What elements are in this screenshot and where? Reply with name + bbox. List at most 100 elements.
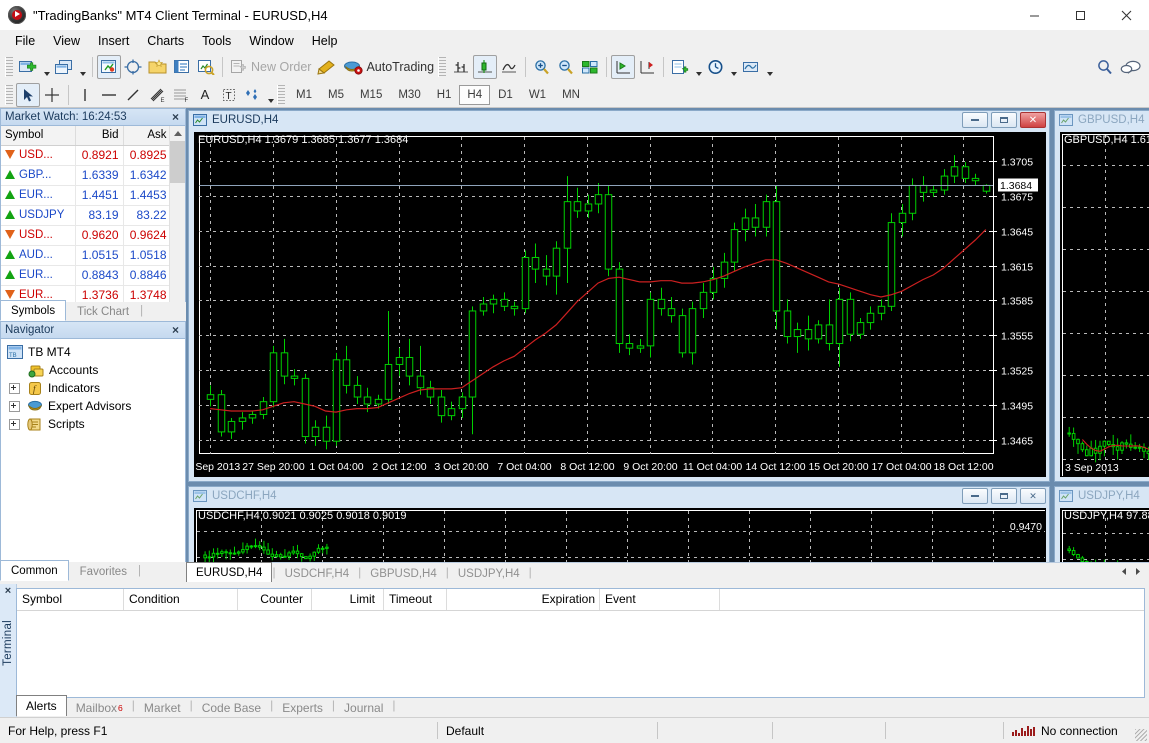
- autotrading-button[interactable]: AutoTrading: [340, 55, 437, 79]
- table-row[interactable]: GBP...1.63391.6342: [1, 165, 171, 185]
- chat-icon[interactable]: [1117, 55, 1145, 79]
- table-row[interactable]: EUR...1.44511.4453: [1, 185, 171, 205]
- cursor-icon[interactable]: [16, 83, 40, 107]
- column-counter[interactable]: Counter: [238, 589, 312, 610]
- table-row[interactable]: EUR...0.88430.8846: [1, 265, 171, 285]
- tree-item-accounts[interactable]: Accounts: [5, 361, 185, 379]
- close-button[interactable]: [1103, 0, 1149, 30]
- terminal-tab-journal[interactable]: Journal: [335, 699, 392, 716]
- menu-charts[interactable]: Charts: [138, 31, 193, 51]
- tab-symbols[interactable]: Symbols: [0, 300, 66, 321]
- terminal-tab-code-base[interactable]: Code Base: [193, 699, 270, 716]
- toolbar-grip-2[interactable]: [438, 57, 446, 77]
- menu-insert[interactable]: Insert: [89, 31, 138, 51]
- strategy-tester-icon[interactable]: [194, 55, 218, 79]
- market-watch-scrollbar[interactable]: [169, 126, 185, 320]
- auto-scroll-icon[interactable]: [635, 55, 659, 79]
- indicators-dropdown-caret[interactable]: [764, 52, 775, 83]
- expand-plus-icon[interactable]: [9, 419, 20, 430]
- table-row[interactable]: USD...0.89210.8925: [1, 145, 171, 165]
- scrollbar-thumb[interactable]: [170, 141, 185, 183]
- tab-tick-chart[interactable]: Tick Chart: [66, 302, 140, 321]
- column-ask[interactable]: Ask: [123, 126, 171, 145]
- chart-maximize-button[interactable]: [991, 488, 1017, 504]
- indicators-icon[interactable]: [739, 55, 764, 79]
- table-row[interactable]: USD...0.96200.9624: [1, 225, 171, 245]
- data-window-icon[interactable]: [121, 55, 145, 79]
- templates-icon[interactable]: [668, 55, 693, 79]
- trendline-icon[interactable]: [121, 83, 145, 107]
- status-profile[interactable]: Default: [437, 722, 657, 739]
- equidistant-channel-icon[interactable]: E: [145, 83, 169, 107]
- timeframe-m1[interactable]: M1: [288, 85, 320, 105]
- chart-close-button[interactable]: ✕: [1020, 112, 1046, 128]
- chart-tab-usdchf[interactable]: USDCHF,H4: [276, 565, 359, 582]
- table-row[interactable]: AUD...1.05151.0518: [1, 245, 171, 265]
- tree-item-scripts[interactable]: Scripts: [5, 415, 185, 433]
- menu-view[interactable]: View: [44, 31, 89, 51]
- search-icon[interactable]: [1093, 55, 1117, 79]
- tree-item-expert-advisors[interactable]: Expert Advisors: [5, 397, 185, 415]
- chart-shift-icon[interactable]: [611, 55, 635, 79]
- terminal-tab-alerts[interactable]: Alerts: [16, 695, 67, 716]
- expand-plus-icon[interactable]: [9, 401, 20, 412]
- metaeditor-icon[interactable]: [314, 55, 340, 79]
- chart-minimize-button[interactable]: [962, 488, 988, 504]
- new-order-button[interactable]: New Order: [227, 55, 314, 79]
- timeframe-w1[interactable]: W1: [521, 85, 554, 105]
- clock-icon[interactable]: [704, 55, 728, 79]
- terminal-close-icon[interactable]: ×: [0, 584, 16, 598]
- timeframe-toolbar-grip[interactable]: [277, 85, 285, 105]
- zoom-out-icon[interactable]: [554, 55, 578, 79]
- candlestick-chart-icon[interactable]: [473, 55, 497, 79]
- toolbar-grip[interactable]: [5, 57, 13, 77]
- templates-dropdown-caret[interactable]: [693, 52, 704, 83]
- profiles-dropdown-caret[interactable]: [77, 52, 88, 83]
- menu-tools[interactable]: Tools: [193, 31, 240, 51]
- horizontal-line-icon[interactable]: [97, 83, 121, 107]
- profiles-icon[interactable]: [52, 55, 77, 79]
- expand-plus-icon[interactable]: [9, 383, 20, 394]
- timeframe-mn[interactable]: MN: [554, 85, 588, 105]
- column-expiration[interactable]: Expiration: [447, 589, 600, 610]
- minimize-button[interactable]: [1011, 0, 1057, 30]
- terminal-tab-mailbox[interactable]: Mailbox6: [67, 699, 132, 716]
- text-icon[interactable]: A: [193, 83, 217, 107]
- shapes-dropdown-caret[interactable]: [265, 79, 276, 110]
- column-condition[interactable]: Condition: [124, 589, 238, 610]
- menu-help[interactable]: Help: [303, 31, 347, 51]
- chart-canvas-eurusd[interactable]: EURUSD,H4 1.3679 1.3685 1.3677 1.3684 1.…: [194, 132, 1046, 477]
- menu-file[interactable]: File: [6, 31, 44, 51]
- chart-tab-usdjpy[interactable]: USDJPY,H4: [449, 565, 529, 582]
- bar-chart-icon[interactable]: [449, 55, 473, 79]
- navigator-icon[interactable]: [145, 55, 170, 79]
- timeframe-h4[interactable]: H4: [459, 85, 490, 105]
- terminal-tab-market[interactable]: Market: [135, 699, 190, 716]
- chart-canvas-gbpusd[interactable]: GBPUSD,H4 1.61 3 Sep 2013 6 Se: [1060, 132, 1149, 477]
- fibonacci-icon[interactable]: F: [169, 83, 193, 107]
- column-symbol[interactable]: Symbol: [17, 589, 124, 610]
- scroll-left-icon[interactable]: [1119, 566, 1130, 580]
- tile-windows-icon[interactable]: [578, 55, 602, 79]
- crosshair-icon[interactable]: [40, 83, 64, 107]
- tree-item-tb-mt4[interactable]: TB TB MT4: [5, 343, 185, 361]
- new-chart-icon[interactable]: [16, 55, 41, 79]
- vertical-line-icon[interactable]: [73, 83, 97, 107]
- line-chart-icon[interactable]: [497, 55, 521, 79]
- text-label-icon[interactable]: T: [217, 83, 241, 107]
- clock-dropdown-caret[interactable]: [728, 52, 739, 83]
- tab-favorites[interactable]: Favorites: [69, 562, 138, 581]
- terminal-tab-experts[interactable]: Experts: [273, 699, 332, 716]
- chart-window-gbpusd[interactable]: GBPUSD,H4 GBPUSD,H4 1.61 3 Sep 2013 6 Se: [1054, 110, 1149, 482]
- resize-grip[interactable]: [1135, 729, 1147, 741]
- tab-common[interactable]: Common: [0, 560, 69, 581]
- chart-minimize-button[interactable]: [962, 112, 988, 128]
- market-watch-close-icon[interactable]: ×: [170, 110, 181, 124]
- terminal-icon[interactable]: [170, 55, 194, 79]
- column-symbol[interactable]: Symbol: [1, 126, 75, 145]
- timeframe-m30[interactable]: M30: [390, 85, 428, 105]
- column-timeout[interactable]: Timeout: [384, 589, 447, 610]
- tree-item-indicators[interactable]: f Indicators: [5, 379, 185, 397]
- chart-tab-gbpusd[interactable]: GBPUSD,H4: [361, 565, 445, 582]
- shapes-icon[interactable]: [241, 83, 265, 107]
